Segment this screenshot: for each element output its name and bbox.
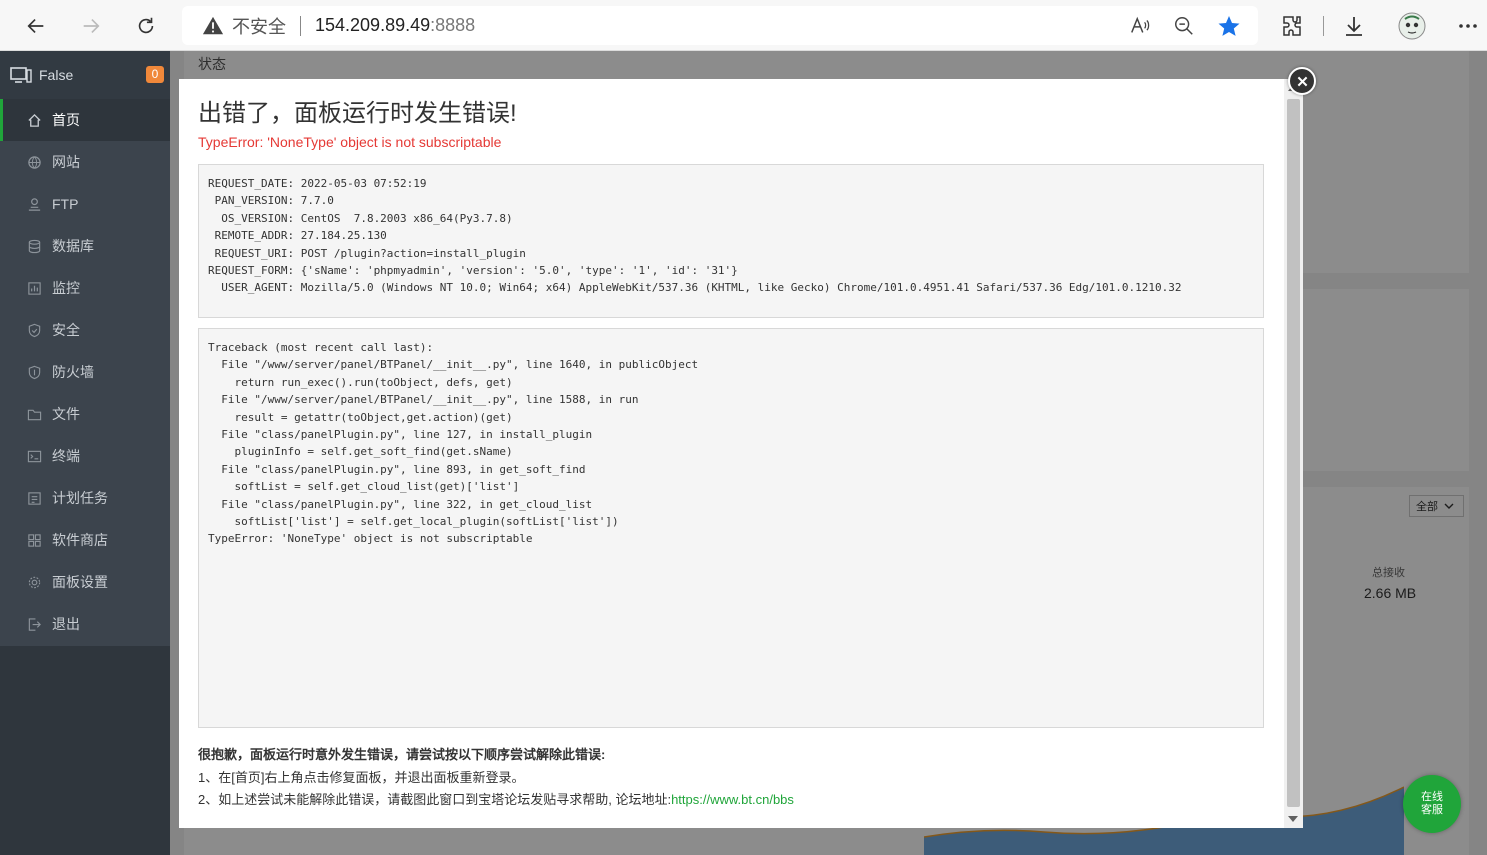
settings-icon [26, 574, 42, 590]
request-info-box: REQUEST_DATE: 2022-05-03 07:52:19 PAN_VE… [198, 164, 1264, 318]
database-icon [26, 238, 42, 254]
sidebar-item-terminal[interactable]: 终端 [0, 435, 170, 477]
more-menu-icon[interactable] [1455, 13, 1481, 39]
shield-icon [26, 322, 42, 338]
chat-label-line1: 在线 [1421, 791, 1443, 803]
logout-icon [26, 616, 42, 632]
read-aloud-icon[interactable] [1128, 14, 1152, 38]
zoom-out-icon[interactable] [1172, 14, 1196, 38]
sidebar-item-label: 文件 [52, 406, 80, 422]
sidebar-item-label: 首页 [52, 112, 80, 128]
sidebar-item-home[interactable]: 首页 [0, 99, 170, 141]
downloads-icon[interactable] [1341, 13, 1367, 39]
profile-avatar[interactable] [1397, 11, 1427, 41]
sidebar-item-label: 网站 [52, 154, 80, 170]
globe-icon [26, 154, 42, 170]
online-support-button[interactable]: 在线 客服 [1403, 775, 1461, 833]
sidebar-item-firewall[interactable]: 防火墙 [0, 351, 170, 393]
address-bar[interactable]: 不安全 154.209.89.49:8888 [182, 6, 1258, 45]
store-icon [26, 532, 42, 548]
home-icon [26, 112, 42, 128]
ftp-icon [26, 196, 42, 212]
chat-label-line2: 客服 [1421, 804, 1443, 816]
close-icon [1297, 76, 1307, 86]
sidebar-item-label: 软件商店 [52, 532, 108, 548]
forward-button[interactable] [73, 8, 109, 44]
monitor-icon [26, 280, 42, 296]
sidebar-item-label: 防火墙 [52, 364, 94, 380]
computer-icon [10, 67, 32, 83]
dialog-scrollbar[interactable] [1284, 79, 1303, 828]
toolbar-separator [1323, 16, 1324, 36]
back-button[interactable] [18, 8, 54, 44]
avatar-icon [1398, 12, 1426, 40]
traceback-box: Traceback (most recent call last): File … [198, 328, 1264, 728]
address-separator [300, 15, 301, 36]
sidebar-item-database[interactable]: 数据库 [0, 225, 170, 267]
extensions-icon[interactable] [1279, 13, 1305, 39]
url-port[interactable]: :8888 [430, 15, 475, 36]
help-section: 很抱歉，面板运行时意外发生错误，请尝试按以下顺序尝试解除此错误: 1、在[首页]… [198, 744, 794, 812]
sidebar-item-website[interactable]: 网站 [0, 141, 170, 183]
notification-badge[interactable]: 0 [146, 66, 164, 83]
sidebar-item-label: 监控 [52, 280, 80, 296]
favorite-star-icon[interactable] [1217, 14, 1241, 38]
sidebar-item-label: 数据库 [52, 238, 94, 254]
sidebar-item-store[interactable]: 软件商店 [0, 519, 170, 561]
folder-icon [26, 406, 42, 422]
error-dialog: 出错了，面板运行时发生错误! TypeError: 'NoneType' obj… [179, 79, 1284, 828]
refresh-button[interactable] [128, 8, 164, 44]
terminal-icon [26, 448, 42, 464]
error-message: TypeError: 'NoneType' object is not subs… [198, 134, 502, 150]
sidebar-item-label: FTP [52, 196, 79, 212]
server-name: False [39, 67, 74, 83]
scroll-down-icon[interactable] [1288, 816, 1298, 822]
sidebar-item-settings[interactable]: 面板设置 [0, 561, 170, 603]
sidebar-item-files[interactable]: 文件 [0, 393, 170, 435]
sidebar: False 0 首页 网站 FTP 数据库 监控 安全 防火墙 文件 终端 计划… [0, 51, 170, 855]
sidebar-item-label: 安全 [52, 322, 80, 338]
security-label[interactable]: 不安全 [232, 13, 286, 39]
sidebar-item-security[interactable]: 安全 [0, 309, 170, 351]
arrow-left-icon [27, 18, 44, 34]
error-title: 出错了，面板运行时发生错误! [198, 100, 517, 127]
help-step-2-text: 2、如上述尝试未能解除此错误，请截图此窗口到宝塔论坛发贴寻求帮助, 论坛地址: [198, 792, 672, 807]
sidebar-item-ftp[interactable]: FTP [0, 183, 170, 225]
sidebar-item-cron[interactable]: 计划任务 [0, 477, 170, 519]
forum-link[interactable]: https://www.bt.cn/bbs [671, 792, 794, 807]
sidebar-item-monitor[interactable]: 监控 [0, 267, 170, 309]
refresh-icon [138, 17, 154, 34]
sidebar-item-label: 退出 [52, 616, 80, 632]
help-title: 很抱歉，面板运行时意外发生错误，请尝试按以下顺序尝试解除此错误: [198, 747, 606, 762]
url-host[interactable]: 154.209.89.49 [315, 15, 430, 36]
browser-toolbar: 不安全 154.209.89.49:8888 [0, 0, 1487, 51]
sidebar-item-label: 面板设置 [52, 574, 108, 590]
warning-icon[interactable] [202, 15, 224, 37]
schedule-icon [26, 490, 42, 506]
arrow-right-icon [83, 18, 100, 34]
server-header[interactable]: False 0 [0, 51, 170, 99]
firewall-icon [26, 364, 42, 380]
sidebar-footer [0, 646, 170, 855]
scrollbar-thumb[interactable] [1287, 99, 1300, 807]
sidebar-item-label: 终端 [52, 448, 80, 464]
sidebar-item-logout[interactable]: 退出 [0, 603, 170, 645]
help-step-1: 1、在[首页]右上角点击修复面板，并退出面板重新登录。 [198, 769, 525, 785]
close-dialog-button[interactable] [1288, 67, 1316, 95]
sidebar-item-label: 计划任务 [52, 490, 108, 506]
help-step-2: 2、如上述尝试未能解除此错误，请截图此窗口到宝塔论坛发贴寻求帮助, 论坛地址:h… [198, 789, 794, 812]
